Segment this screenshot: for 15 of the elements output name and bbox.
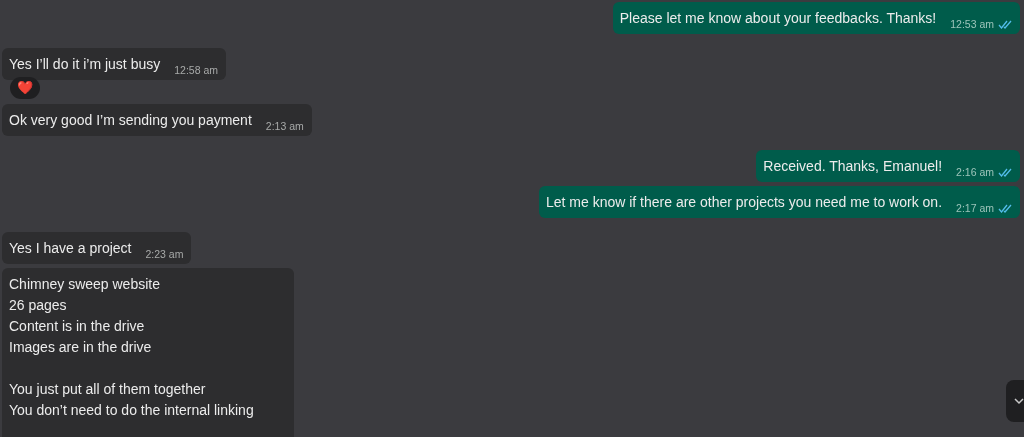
message-text: Chimney sweep website 26 pages Content is in the drive Images are in the drive You just put all of them together You don’t need to do the internal linking bbox=[9, 275, 254, 420]
chevron-down-icon bbox=[1014, 397, 1024, 405]
message-text: Please let me know about your feedbacks. Thanks! bbox=[619, 9, 937, 28]
message-text: Yes I have a project bbox=[9, 239, 132, 258]
message-time: 2:16 am bbox=[956, 166, 994, 178]
message-time: 2:13 am bbox=[265, 120, 304, 132]
message-time: 12:58 am bbox=[174, 64, 218, 76]
message-text: Ok very good I’m sending you payment bbox=[9, 111, 252, 130]
message-time: 12:53 am bbox=[950, 18, 994, 30]
message-text: Yes I’ll do it i’m just busy bbox=[9, 55, 161, 74]
message-time: 2:23 am bbox=[145, 248, 184, 260]
message-text: Received. Thanks, Emanuel! bbox=[763, 157, 943, 176]
reaction-badge[interactable]: ❤ bbox=[10, 77, 40, 99]
message-text: Let me know if there are other projects you need me to work on. bbox=[545, 193, 943, 212]
message-time: 2:17 am bbox=[956, 202, 994, 214]
